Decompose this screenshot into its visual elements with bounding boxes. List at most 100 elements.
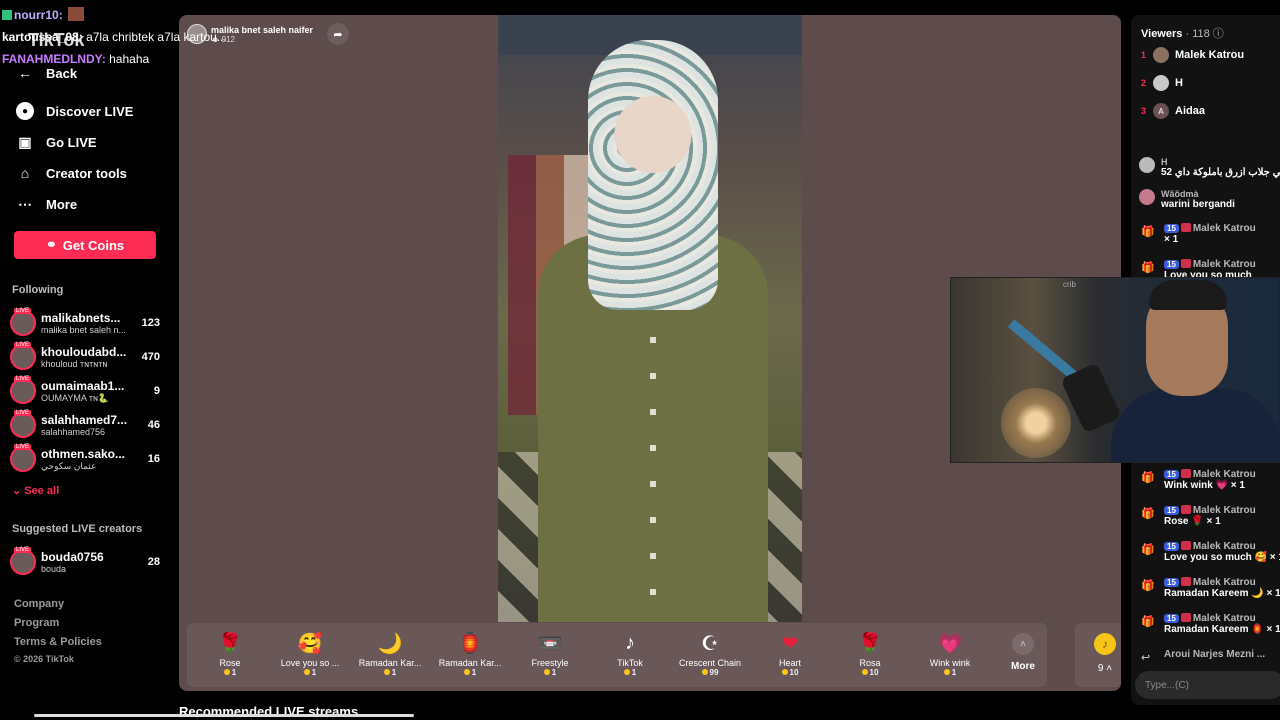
viewer-count: 46 bbox=[147, 419, 160, 431]
chat-comment[interactable]: Wãõdmà warini bergandi bbox=[1139, 189, 1280, 210]
following-name: salahhamed7... bbox=[41, 413, 128, 427]
footer-program[interactable]: Program bbox=[14, 617, 59, 629]
footer-terms[interactable]: Terms & Policies bbox=[14, 636, 102, 648]
gift-message[interactable]: 🎁 15 Malek Katrou Wink wink 💗 × 1 bbox=[1139, 469, 1280, 491]
viewer-name: Malek Katrou bbox=[1175, 49, 1245, 61]
horizontal-scrollbar[interactable] bbox=[34, 714, 414, 717]
gift-text: Wink wink 💗 × 1 bbox=[1164, 480, 1245, 491]
coin-balance[interactable]: ♪ 9 ˄ bbox=[1075, 623, 1121, 687]
get-coins-button[interactable]: ⚭ Get Coins bbox=[14, 231, 156, 259]
top-viewer[interactable]: 2H bbox=[1141, 75, 1183, 91]
gift-message[interactable]: 🎁 15 Malek Katrou Ramadan Kareem 🏮 × 1 bbox=[1139, 613, 1280, 635]
emote-icon bbox=[68, 7, 85, 21]
gift-name: Rose bbox=[219, 658, 241, 668]
gift-item[interactable]: 🥰 Love you so ... 1 bbox=[270, 623, 350, 687]
nav-go-live[interactable]: ▣ Go LIVE bbox=[16, 133, 96, 151]
gift-icon: ❤ bbox=[781, 632, 799, 655]
following-item[interactable]: khouloudabd...khouloud ᴛɴᴛɴᴛɴ 470 bbox=[10, 342, 160, 372]
following-sub: khouloud ᴛɴᴛɴᴛɴ bbox=[41, 359, 108, 369]
gift-item[interactable]: 📼 Freestyle 1 bbox=[510, 623, 590, 687]
gift-icon: 🎁 bbox=[1141, 226, 1155, 238]
gift-item[interactable]: 🌹 Rosa 10 bbox=[830, 623, 910, 687]
badge-icon bbox=[2, 10, 12, 20]
nav-more[interactable]: ⋯ More bbox=[16, 195, 77, 213]
following-item[interactable]: oumaimaab1...OUMAYMA ᴛɴ🐍 9 bbox=[10, 376, 160, 406]
chat-comment[interactable]: Hقائشي جلاب ازرق باملوكة داي 52 bbox=[1139, 157, 1280, 178]
gift-icon: 🏮 bbox=[457, 632, 483, 655]
gift-item[interactable]: ☪ Crescent Chain 99 bbox=[670, 623, 750, 687]
following-name: oumaimaab1... bbox=[41, 378, 125, 393]
gift-price: 10 bbox=[782, 668, 799, 677]
avatar bbox=[10, 410, 36, 438]
heart-badge-icon bbox=[1180, 505, 1191, 514]
level-badge: 15 bbox=[1164, 578, 1179, 587]
following-name: malikabnets... bbox=[41, 311, 121, 325]
gift-name: Wink wink bbox=[929, 658, 971, 668]
avatar bbox=[1153, 75, 1169, 91]
nav-label: Discover LIVE bbox=[46, 103, 134, 119]
join-message: ↩ Aroui Narjes Mezni ... bbox=[1139, 649, 1280, 664]
following-item[interactable]: salahhamed7...salahhamed756 46 bbox=[10, 410, 160, 440]
gift-item[interactable]: 🌙 Ramadan Kar... 1 bbox=[350, 623, 430, 687]
webcam-caption: crib bbox=[1063, 280, 1076, 289]
nav-label: More bbox=[46, 196, 78, 212]
gift-user: Malek Katrou bbox=[1192, 577, 1256, 588]
lamp-light bbox=[1001, 388, 1071, 458]
avatar bbox=[10, 376, 36, 404]
gift-price: 1 bbox=[224, 668, 236, 677]
heart-badge-icon bbox=[1180, 613, 1191, 622]
gift-user: Malek Katrou bbox=[1192, 541, 1256, 552]
live-video[interactable] bbox=[498, 15, 802, 622]
nav-creator-tools[interactable]: ⌂ Creator tools bbox=[16, 164, 127, 182]
see-all-link[interactable]: ⌄ See all bbox=[12, 484, 59, 497]
gift-icon: 🎁 bbox=[1141, 508, 1155, 520]
share-icon[interactable]: ➦ bbox=[327, 23, 349, 45]
gift-item[interactable]: ❤ Heart 10 bbox=[750, 623, 830, 687]
gift-user: Malek Katrou bbox=[1192, 259, 1256, 270]
gift-icon: 💗 bbox=[937, 632, 963, 655]
gift-text: Love you so much 🥰 × 1 bbox=[1164, 552, 1280, 563]
suggested-title: Suggested LIVE creators bbox=[12, 523, 143, 535]
gift-name: TikTok bbox=[617, 658, 643, 668]
gift-item[interactable]: 💗 Wink wink 1 bbox=[910, 623, 990, 687]
gift-item[interactable]: 🌹 Rose 1 bbox=[190, 623, 270, 687]
viewer-count: 123 bbox=[141, 317, 160, 329]
avatar bbox=[1139, 189, 1155, 205]
gift-message[interactable]: 🎁 15 Malek Katrou Rose 🌹 × 1 bbox=[1139, 505, 1280, 527]
viewer-name: H bbox=[1175, 77, 1183, 89]
gift-icon: ♪ bbox=[625, 631, 635, 654]
following-item[interactable]: malikabnets...malika bnet saleh n... 123 bbox=[10, 308, 160, 338]
gift-message[interactable]: 🎁 15 Malek Katrou Ramadan Kareem 🌙 × 1 bbox=[1139, 577, 1280, 599]
gift-user: Malek Katrou bbox=[1192, 613, 1256, 624]
footer-company[interactable]: Company bbox=[14, 598, 64, 610]
gift-price: 99 bbox=[702, 668, 719, 677]
heart-badge-icon bbox=[1180, 259, 1191, 268]
avatar bbox=[10, 308, 36, 336]
chat-input[interactable]: Type...(C) bbox=[1135, 671, 1280, 699]
viewer-name: Aidaa bbox=[1175, 105, 1205, 117]
gift-item[interactable]: 🏮 Ramadan Kar... 1 bbox=[430, 623, 510, 687]
webcam-person-body bbox=[1111, 388, 1279, 462]
gift-message[interactable]: 🎁 15 Malek Katrou Love you so much 🥰 × 1 bbox=[1139, 541, 1280, 563]
top-viewer[interactable]: 3 A Aidaa bbox=[1141, 103, 1205, 119]
gift-item[interactable]: ♪ TikTok 1 bbox=[590, 623, 670, 687]
level-badge: 15 bbox=[1164, 260, 1179, 269]
following-item[interactable]: othmen.sako...عثمان سكوحي 16 bbox=[10, 444, 160, 474]
gift-icon: 🥰 bbox=[297, 632, 323, 655]
webcam-overlay: crib bbox=[950, 277, 1280, 463]
gift-price: 1 bbox=[304, 668, 316, 677]
nav-discover-live[interactable]: ● Discover LIVE bbox=[16, 102, 133, 120]
level-badge: 15 bbox=[1164, 614, 1179, 623]
gift-user: Malek Katrou bbox=[1192, 505, 1256, 516]
overlay-chat-line: kartoussa_08: a7la chribtek a7la kartou.… bbox=[2, 30, 227, 44]
gift-user: Malek Katrou bbox=[1192, 223, 1256, 234]
comment-user: Wãõdmà bbox=[1161, 189, 1199, 199]
more-gifts-button[interactable]: ˄ More bbox=[999, 633, 1047, 672]
join-icon: ↩ bbox=[1141, 652, 1151, 664]
heart-badge-icon bbox=[1180, 223, 1191, 232]
gift-message[interactable]: 🎁 15 Malek Katrou × 1 bbox=[1139, 223, 1280, 245]
avatar bbox=[10, 342, 36, 370]
viewers-header[interactable]: Viewers · 118 ⓘ bbox=[1141, 25, 1224, 41]
top-viewer[interactable]: 1 Malek Katrou bbox=[1141, 47, 1244, 63]
suggested-item[interactable]: bouda0756bouda 28 bbox=[10, 547, 160, 577]
